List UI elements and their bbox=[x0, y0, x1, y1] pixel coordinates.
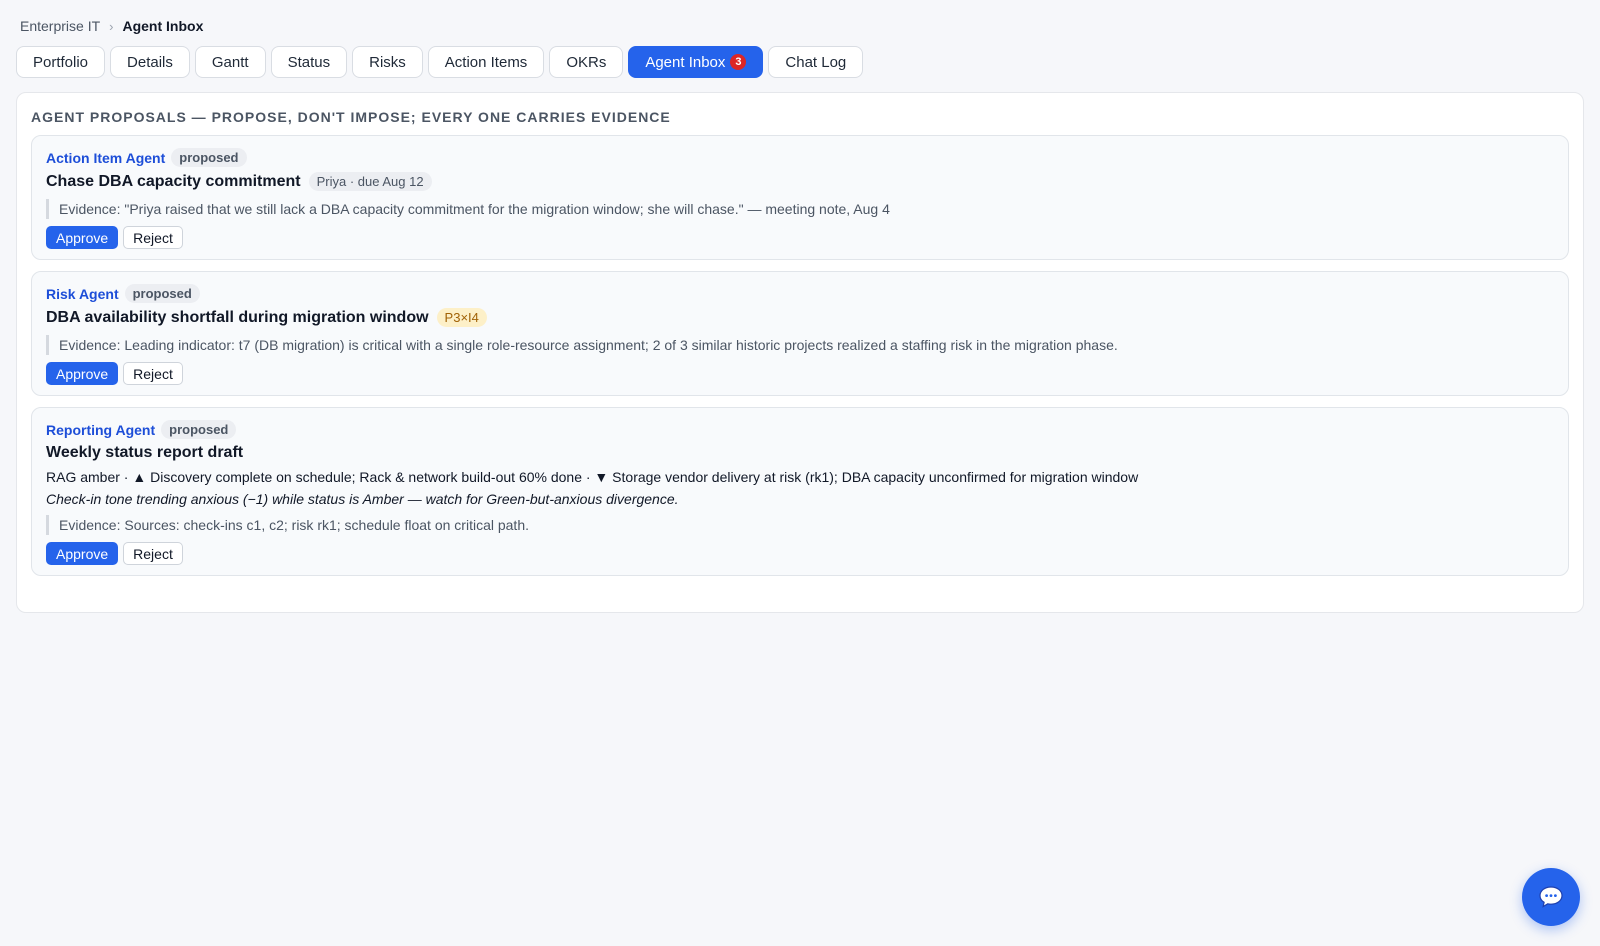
breadcrumb-current: Agent Inbox bbox=[122, 18, 204, 34]
tab-gantt[interactable]: Gantt bbox=[194, 46, 266, 78]
tab-portfolio[interactable]: Portfolio bbox=[16, 46, 106, 78]
breadcrumb-root-link[interactable]: Enterprise IT bbox=[20, 18, 100, 34]
reject-button[interactable]: Reject bbox=[123, 226, 183, 249]
proposal-title: DBA availability shortfall during migrat… bbox=[46, 308, 429, 326]
proposal-title-row: Chase DBA capacity commitment Priya · du… bbox=[46, 172, 432, 191]
agent-name: Risk Agent bbox=[46, 285, 119, 302]
evidence-quote: Evidence: Leading indicator: t7 (DB migr… bbox=[46, 335, 1118, 355]
tab-bar: Portfolio Details Gantt Status Risks Act… bbox=[16, 46, 864, 78]
status-badge: proposed bbox=[124, 284, 200, 303]
tab-label: Chat Log bbox=[785, 53, 847, 71]
proposal-title: Weekly status report draft bbox=[46, 444, 244, 461]
tab-label: Gantt bbox=[211, 53, 249, 71]
tab-risks[interactable]: Risks bbox=[352, 46, 423, 78]
tab-label: Action Items bbox=[444, 53, 528, 71]
tab-label: Agent Inbox bbox=[645, 53, 726, 71]
reject-button[interactable]: Reject bbox=[123, 362, 183, 385]
proposal-header: Reporting Agent proposed bbox=[46, 420, 237, 439]
agent-name: Reporting Agent bbox=[46, 421, 156, 438]
approve-button[interactable]: Approve bbox=[46, 226, 119, 249]
proposal-title: Chase DBA capacity commitment bbox=[46, 172, 301, 190]
proposal-actions: Approve Reject bbox=[46, 542, 183, 565]
report-summary: RAG amber · ▲ Discovery complete on sche… bbox=[46, 469, 1139, 485]
tab-status[interactable]: Status bbox=[270, 46, 348, 78]
reject-button[interactable]: Reject bbox=[123, 542, 183, 565]
breadcrumb-separator: › bbox=[109, 18, 114, 34]
chat-bubble-icon bbox=[1539, 886, 1563, 908]
inbox-count-badge: 3 bbox=[730, 54, 747, 70]
status-badge: proposed bbox=[171, 148, 247, 167]
tone-note: Check-in tone trending anxious (−1) whil… bbox=[46, 491, 679, 507]
approve-button[interactable]: Approve bbox=[46, 542, 119, 565]
approve-button[interactable]: Approve bbox=[46, 362, 119, 385]
tab-label: Risks bbox=[369, 53, 406, 71]
tab-details[interactable]: Details bbox=[110, 46, 190, 78]
chat-fab-button[interactable] bbox=[1522, 868, 1580, 926]
evidence-quote: Evidence: Sources: check-ins c1, c2; ris… bbox=[46, 515, 529, 535]
owner-due-chip: Priya · due Aug 12 bbox=[308, 172, 432, 191]
proposal-actions: Approve Reject bbox=[46, 362, 183, 385]
agent-name: Action Item Agent bbox=[46, 149, 166, 166]
agent-proposals-panel: Agent Proposals — propose, don't impose;… bbox=[16, 92, 1584, 613]
proposal-title-row: DBA availability shortfall during migrat… bbox=[46, 308, 487, 327]
proposal-title-row: Weekly status report draft bbox=[46, 444, 243, 462]
status-badge: proposed bbox=[161, 420, 237, 439]
tab-agent-inbox[interactable]: Agent Inbox 3 bbox=[628, 46, 764, 78]
tab-label: OKRs bbox=[566, 53, 607, 71]
tab-label: Status bbox=[287, 53, 331, 71]
tab-okrs[interactable]: OKRs bbox=[549, 46, 624, 78]
proposal-card-risk: Risk Agent proposed DBA availability sho… bbox=[31, 271, 1569, 396]
tab-label: Portfolio bbox=[33, 53, 89, 71]
proposal-card-action-item: Action Item Agent proposed Chase DBA cap… bbox=[31, 135, 1569, 260]
tab-chat-log[interactable]: Chat Log bbox=[768, 46, 864, 78]
proposal-header: Action Item Agent proposed bbox=[46, 148, 247, 167]
panel-title: Agent Proposals — propose, don't impose;… bbox=[31, 109, 671, 125]
breadcrumb: Enterprise IT › Agent Inbox bbox=[20, 16, 203, 36]
risk-score-chip: P3×I4 bbox=[436, 308, 487, 327]
tab-label: Details bbox=[127, 53, 173, 71]
evidence-quote: Evidence: "Priya raised that we still la… bbox=[46, 199, 890, 219]
proposal-card-reporting: Reporting Agent proposed Weekly status r… bbox=[31, 407, 1569, 576]
proposal-actions: Approve Reject bbox=[46, 226, 183, 249]
tab-action-items[interactable]: Action Items bbox=[427, 46, 545, 78]
proposal-header: Risk Agent proposed bbox=[46, 284, 200, 303]
